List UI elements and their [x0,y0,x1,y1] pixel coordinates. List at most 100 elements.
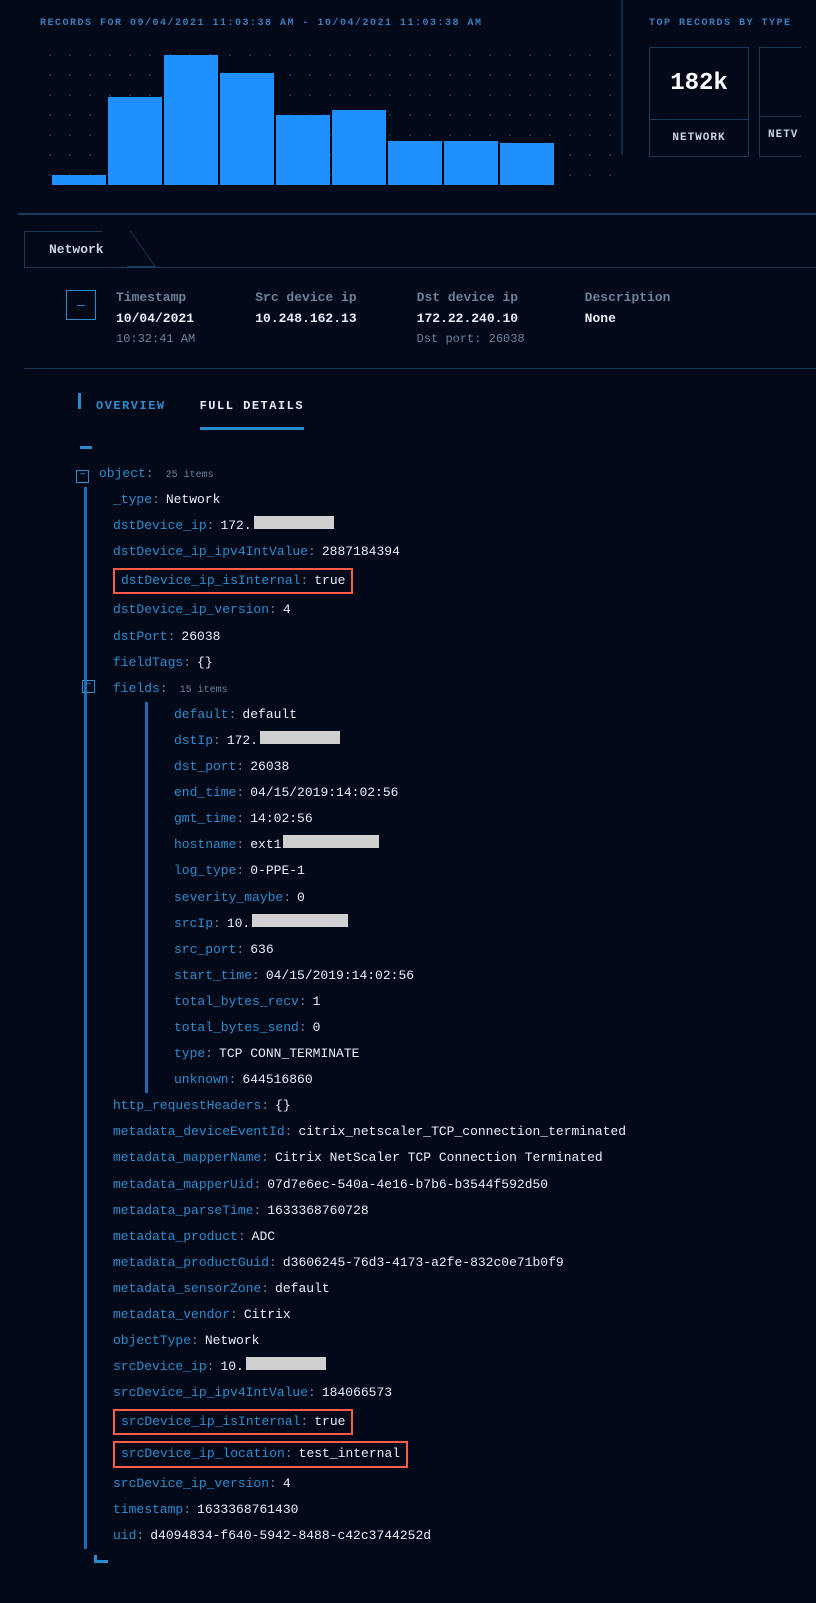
histogram-chart[interactable] [40,37,611,185]
histogram-bar[interactable] [108,97,162,185]
histogram-bar[interactable] [388,141,442,185]
tree-val: 4 [283,1473,291,1495]
tree-row: dstDevice_ip_version:4 [113,597,816,623]
tree-key: metadata_deviceEventId [113,1121,285,1143]
tree-row: http_requestHeaders:{} [113,1093,816,1119]
redacted-text [246,1357,326,1370]
header-timestamp-label: Timestamp [116,290,195,305]
histogram-bar[interactable] [52,175,106,185]
tree-val: ext1 [250,834,281,856]
corner-decoration [80,446,92,449]
record-label: NETWORK [650,119,748,156]
fields-count: 15 items [180,682,228,699]
tree-val: Network [205,1330,260,1352]
fields-key: fields [113,678,160,700]
header-dst-label: Dst device ip [417,290,525,305]
header-desc-value: None [585,311,671,326]
tree-key: http_requestHeaders [113,1095,261,1117]
tree-val: {} [197,652,213,674]
tree-row: dstDevice_ip_ipv4IntValue:2887184394 [113,539,816,565]
collapse-root[interactable]: − [76,470,89,483]
tree-val: test_internal [299,1446,400,1461]
tree-val: 0 [313,1017,321,1039]
tree-val: citrix_netscaler_TCP_connection_terminat… [298,1121,626,1143]
histogram-bar[interactable] [164,55,218,185]
tree-key: srcIp [174,913,213,935]
corner-decoration-bottom [94,1555,108,1563]
tree-row: srcDevice_ip_location:test_internal [113,1438,816,1470]
tree-key: dstDevice_ip_ipv4IntValue [113,541,308,563]
tree-key: src_port [174,939,236,961]
tree-row: _type:Network [113,487,816,513]
tree-row: gmt_time:14:02:56 [174,806,816,832]
tree-val: 172. [220,515,251,537]
tree-val: 0-PPE-1 [250,860,305,882]
tree-key: log_type [174,860,236,882]
tree-key: hostname [174,834,236,856]
tree-key: dstDevice_ip_version [113,599,269,621]
histogram-bar[interactable] [332,110,386,185]
tree-val: 4 [283,599,291,621]
tree-row: end_time:04/15/2019:14:02:56 [174,780,816,806]
tree-val: 184066573 [322,1382,392,1404]
tree-key: start_time [174,965,252,987]
histogram-bar[interactable] [444,141,498,185]
tree-val: 26038 [250,756,289,778]
tree-row: srcDevice_ip_version:4 [113,1471,816,1497]
redacted-text [260,731,340,744]
json-tree: − object: 25 items _type:NetworkdstDevic… [76,461,816,1603]
subtab-overview[interactable]: OVERVIEW [96,399,166,430]
tree-key: dstDevice_ip [113,515,207,537]
tree-row: src_port:636 [174,937,816,963]
tree-val: 26038 [181,626,220,648]
tree-val: 636 [250,939,273,961]
header-dst-value: 172.22.240.10 [417,311,525,326]
row-toggle[interactable]: — [66,290,96,320]
tree-row: type:TCP CONN_TERMINATE [174,1041,816,1067]
tree-key: srcDevice_ip [113,1356,207,1378]
tree-row: log_type:0-PPE-1 [174,858,816,884]
tree-row: timestamp:1633368761430 [113,1497,816,1523]
tab-network[interactable]: Network [24,231,129,267]
tree-row: metadata_product:ADC [113,1224,816,1250]
tree-root-key: object [99,463,146,485]
record-card-partial[interactable]: NETV [759,47,801,157]
tree-val: default [275,1278,330,1300]
tree-row: unknown:644516860 [174,1067,816,1093]
tree-val: Citrix NetScaler TCP Connection Terminat… [275,1147,603,1169]
record-card-network[interactable]: 182k NETWORK [649,47,749,157]
tree-key: total_bytes_send [174,1017,299,1039]
histogram-bar[interactable] [500,143,554,185]
tree-val: 04/15/2019:14:02:56 [250,782,398,804]
tree-row: start_time:04/15/2019:14:02:56 [174,963,816,989]
histogram-panel: RECORDS FOR 09/04/2021 11:03:38 AM - 10/… [0,0,611,185]
tree-row: objectType:Network [113,1328,816,1354]
tree-key: objectType [113,1330,191,1352]
header-desc-label: Description [585,290,671,305]
histogram-bar[interactable] [276,115,330,185]
tree-val: true [314,1414,345,1429]
collapse-fields[interactable]: − [82,680,95,693]
tree-val: 07d7e6ec-540a-4e16-b7b6-b3544f592d50 [267,1174,548,1196]
tree-key: metadata_product [113,1226,238,1248]
tree-key: dstDevice_ip_isInternal [121,573,300,588]
tree-val: 10. [227,913,250,935]
tree-key: metadata_productGuid [113,1252,269,1274]
tree-val: 1633368761430 [197,1499,298,1521]
tree-key: end_time [174,782,236,804]
tree-row: default:default [174,702,816,728]
histogram-bar[interactable] [220,73,274,185]
header-src-ip: Src device ip 10.248.162.13 [255,290,356,326]
subtab-full-details[interactable]: FULL DETAILS [200,399,304,430]
tree-val: 172. [227,730,258,752]
tree-key: srcDevice_ip_ipv4IntValue [113,1382,308,1404]
tree-val: d4094834-f640-5942-8488-c42c3744252d [150,1525,431,1547]
tree-val: 1 [313,991,321,1013]
tree-val: Network [166,489,221,511]
header-dst-ip: Dst device ip 172.22.240.10 Dst port: 26… [417,290,525,346]
tree-row: metadata_sensorZone:default [113,1276,816,1302]
tree-row: srcDevice_ip:10. [113,1354,816,1380]
tree-row: metadata_deviceEventId:citrix_netscaler_… [113,1119,816,1145]
redacted-text [252,914,348,927]
tree-row: hostname:ext1 [174,832,816,858]
